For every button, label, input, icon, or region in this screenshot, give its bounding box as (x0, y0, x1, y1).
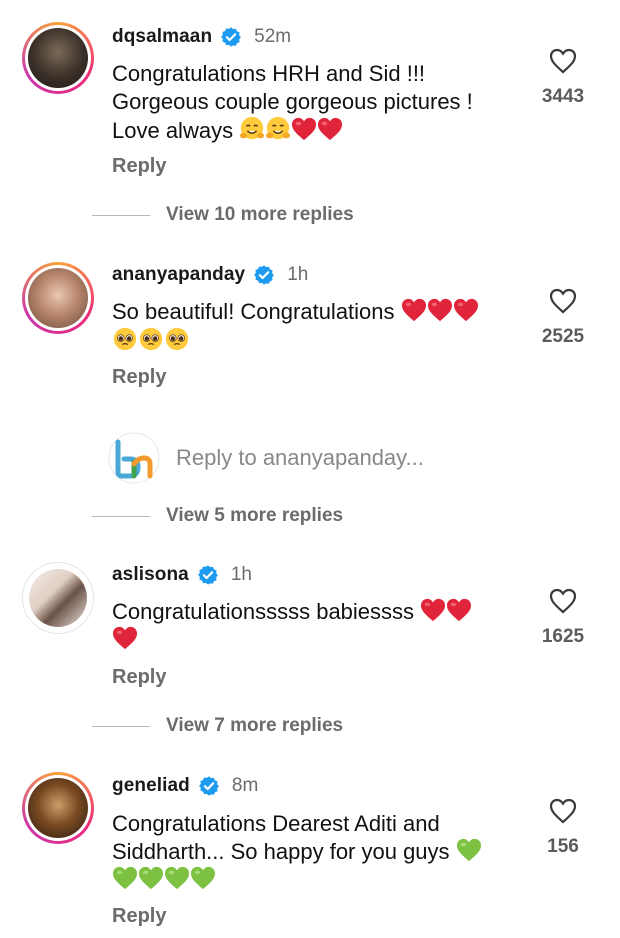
comment-time: 1h (230, 564, 252, 585)
green-heart-emoji (138, 866, 164, 890)
reply-button[interactable]: Reply (112, 366, 166, 389)
red-heart-emoji (291, 117, 317, 141)
like-heart-icon[interactable] (549, 798, 577, 824)
red-heart-emoji (317, 117, 343, 141)
red-heart-emoji (427, 298, 453, 322)
username[interactable]: aslisona (112, 564, 189, 586)
comments-list: dqsalmaan 52m Congratulations HRH and Si… (0, 0, 620, 938)
reply-button[interactable]: Reply (112, 155, 166, 178)
view-more-replies[interactable]: View 5 more replies (92, 505, 343, 527)
avatar[interactable] (22, 562, 94, 634)
like-heart-icon[interactable] (549, 588, 577, 614)
comment-time: 8m (231, 775, 259, 796)
verified-icon (220, 26, 242, 48)
red-heart-emoji (453, 298, 479, 322)
bh-logo (108, 432, 160, 484)
like-heart-icon[interactable] (549, 48, 577, 74)
red-heart-emoji (446, 598, 472, 622)
username[interactable]: ananyapanday (112, 264, 245, 286)
username[interactable]: geneliad (112, 775, 190, 797)
like-count: 156 (547, 836, 579, 857)
view-more-replies[interactable]: View 10 more replies (92, 204, 354, 226)
green-heart-emoji (456, 838, 482, 862)
pleading-face-emoji (138, 326, 164, 352)
comment-time: 1h (287, 264, 309, 285)
hugging-face-emoji (265, 116, 291, 142)
comment-text: So beautiful! Congratulations (112, 298, 479, 355)
like-heart-icon[interactable] (549, 288, 577, 314)
comment-text: Congratulations Dearest Aditi and Siddhar… (112, 810, 482, 894)
comment-text: Congratulations HRH and Sid !!! Gorgeous … (112, 61, 473, 143)
avatar[interactable] (22, 22, 94, 94)
pleading-face-emoji (112, 326, 138, 352)
view-more-replies[interactable]: View 7 more replies (92, 715, 343, 737)
reply-to-row[interactable]: Reply to ananyapanday... (108, 432, 424, 484)
reply-button[interactable]: Reply (112, 666, 166, 689)
reply-to-input[interactable]: Reply to ananyapanday... (176, 445, 424, 471)
avatar[interactable] (22, 772, 94, 844)
divider (92, 725, 150, 727)
verified-icon (197, 564, 219, 586)
red-heart-emoji (401, 298, 427, 322)
hugging-face-emoji (239, 116, 265, 142)
view-replies-label[interactable]: View 7 more replies (166, 715, 343, 737)
pleading-face-emoji (164, 326, 190, 352)
green-heart-emoji (164, 866, 190, 890)
red-heart-emoji (420, 598, 446, 622)
like-count: 2525 (541, 326, 585, 347)
avatar[interactable] (22, 262, 94, 334)
view-replies-label[interactable]: View 10 more replies (166, 204, 354, 226)
divider (92, 515, 150, 517)
comment-time: 52m (254, 26, 292, 47)
comment-text: Congratulationsssss babiessss (112, 598, 472, 654)
verified-icon (198, 775, 220, 797)
username[interactable]: dqsalmaan (112, 26, 212, 48)
view-replies-label[interactable]: View 5 more replies (166, 505, 343, 527)
green-heart-emoji (112, 866, 138, 890)
verified-icon (253, 264, 275, 286)
divider (92, 214, 150, 216)
green-heart-emoji (190, 866, 216, 890)
red-heart-emoji (112, 626, 138, 650)
reply-button[interactable]: Reply (112, 905, 166, 928)
like-count: 3443 (541, 86, 585, 107)
like-count: 1625 (541, 626, 585, 647)
